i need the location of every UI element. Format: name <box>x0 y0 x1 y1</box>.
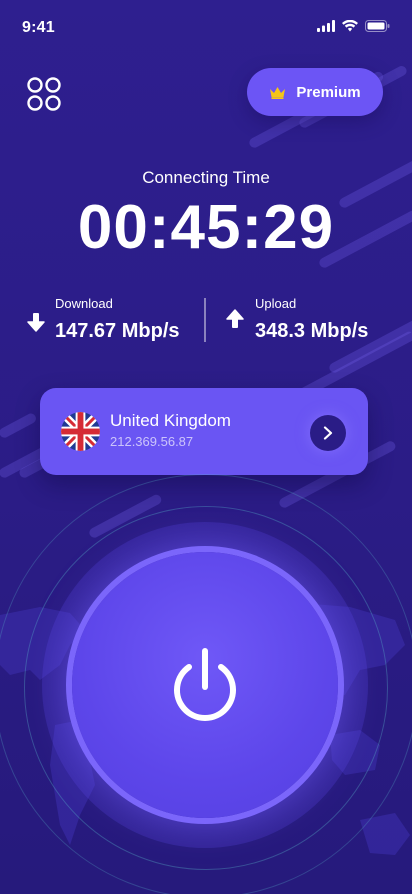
status-icons <box>317 20 390 32</box>
premium-label: Premium <box>296 83 361 101</box>
elapsed-timer: 00:45:29 <box>77 193 335 262</box>
server-country: United Kingdom <box>110 411 231 430</box>
signal-icon <box>317 20 335 32</box>
crown-icon <box>270 86 286 99</box>
server-card[interactable]: United Kingdom 212.369.56.87 <box>40 388 368 475</box>
premium-button[interactable]: Premium <box>247 68 383 116</box>
uk-flag-icon <box>61 412 100 451</box>
server-select-button[interactable] <box>310 415 346 451</box>
download-label: Download <box>55 296 113 311</box>
wifi-icon <box>342 20 358 32</box>
battery-icon <box>365 20 390 32</box>
grid-circles-icon[interactable] <box>26 76 62 112</box>
upload-value: 348.3 Mbp/s <box>255 320 369 342</box>
status-bar: 9:41 <box>0 0 412 44</box>
power-icon <box>174 648 236 721</box>
power-button[interactable] <box>72 552 338 818</box>
download-value: 147.67 Mbp/s <box>55 320 180 342</box>
connecting-time-label: Connecting Time <box>142 168 270 187</box>
decor-streak <box>0 411 38 440</box>
upload-label: Upload <box>255 296 297 311</box>
status-time: 9:41 <box>22 19 55 36</box>
vpn-home-screen: 9:41 Premium Connecting Time 00:45:29 Do… <box>0 0 412 894</box>
upload-arrow-icon <box>226 309 244 328</box>
server-ip: 212.369.56.87 <box>110 434 194 449</box>
stats-divider <box>204 298 206 342</box>
chevron-right-icon <box>323 426 333 440</box>
download-arrow-icon <box>27 313 45 332</box>
